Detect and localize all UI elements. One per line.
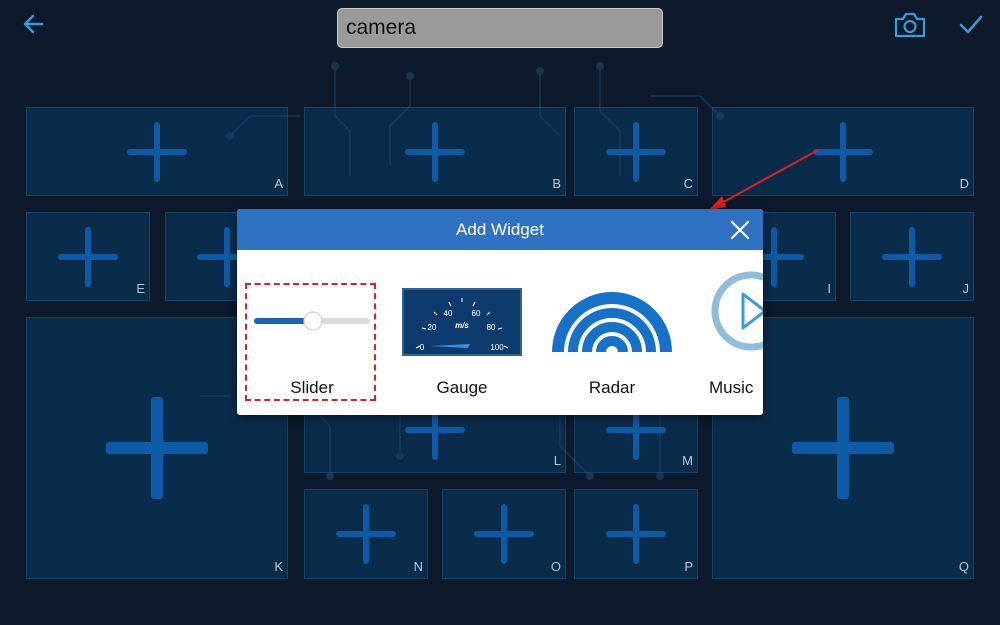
grid-slot[interactable]: J: [850, 212, 974, 301]
plus-icon: [474, 504, 534, 564]
slot-label: J: [962, 281, 970, 296]
plus-icon: [792, 397, 894, 499]
gauge-tick-label: 0: [420, 343, 425, 352]
gauge-tick-label: 80: [487, 323, 496, 332]
plus-icon: [127, 121, 187, 182]
grid-slot[interactable]: C: [574, 107, 698, 196]
widget-option-gauge[interactable]: 0 20 40 60 80 100 m/s Gauge: [387, 250, 537, 415]
music-play-icon: [711, 271, 763, 351]
dialog-header: Add Widget: [237, 209, 763, 250]
widget-label: Gauge: [436, 378, 488, 397]
gauge-tick-label: 60: [472, 309, 481, 318]
plus-icon: [606, 504, 666, 564]
confirm-button[interactable]: [956, 10, 986, 40]
close-icon: [730, 220, 750, 240]
widget-label: Radar: [588, 378, 636, 397]
back-button[interactable]: [18, 10, 50, 38]
slot-label: E: [136, 281, 145, 296]
check-icon: [959, 15, 983, 34]
plus-icon: [106, 397, 208, 499]
radar-preview-icon: [552, 292, 672, 353]
grid-slot[interactable]: O: [442, 489, 566, 579]
plus-icon: [405, 121, 465, 182]
camera-icon: [894, 12, 926, 38]
gauge-unit-label: m/s: [455, 321, 469, 330]
dialog-title: Add Widget: [456, 220, 544, 239]
close-button[interactable]: [729, 219, 751, 241]
selection-highlight: [245, 283, 376, 401]
grid-slot[interactable]: A: [26, 107, 288, 196]
slot-label: P: [684, 559, 693, 574]
slot-label: K: [274, 559, 283, 574]
slot-label: I: [827, 281, 831, 296]
grid-slot[interactable]: P: [574, 489, 698, 579]
gauge-tick-label: 20: [428, 323, 437, 332]
slot-label: C: [683, 176, 693, 191]
slot-label: M: [682, 453, 693, 468]
plus-icon: [606, 121, 666, 182]
widget-label: Music: [709, 378, 754, 397]
gauge-preview-icon: 0 20 40 60 80 100 m/s: [402, 288, 522, 356]
grid-slot[interactable]: N: [304, 489, 428, 579]
slot-label: L: [553, 453, 561, 468]
grid-slot[interactable]: B: [304, 107, 566, 196]
gauge-tick-label: 40: [444, 309, 453, 318]
widget-option-slider[interactable]: Slider: [237, 250, 387, 415]
add-widget-dialog: Add Widget Slider 0 20 40 60 80 100 m/s …: [237, 209, 763, 415]
top-bar: [0, 0, 1000, 56]
gauge-tick-label: 100: [490, 343, 504, 352]
plus-icon: [813, 121, 873, 182]
plus-icon: [58, 226, 118, 287]
slot-label: B: [552, 176, 561, 191]
widget-option-music[interactable]: Music: [687, 250, 763, 415]
plus-icon: [336, 504, 396, 564]
plus-icon: [882, 226, 942, 287]
slot-label: O: [550, 559, 561, 574]
arrow-left-icon: [23, 14, 44, 34]
widget-name-input[interactable]: [337, 8, 663, 48]
slot-label: A: [274, 176, 283, 191]
grid-slot[interactable]: E: [26, 212, 150, 301]
camera-button[interactable]: [893, 10, 927, 40]
slot-label: D: [959, 176, 969, 191]
slot-label: Q: [958, 559, 969, 574]
widget-option-radar[interactable]: Radar: [537, 250, 687, 415]
grid-slot[interactable]: D: [712, 107, 974, 196]
slot-label: N: [413, 559, 423, 574]
